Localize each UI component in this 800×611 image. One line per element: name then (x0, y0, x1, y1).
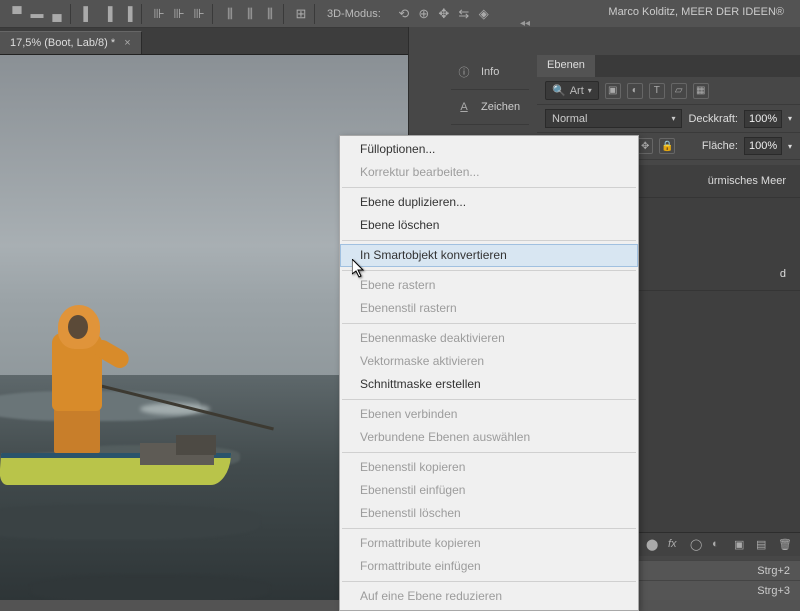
scale-icon[interactable]: ◈ (475, 5, 493, 23)
chevron-down-icon: ▾ (671, 114, 675, 123)
align-bottom-icon[interactable]: ▄ (48, 5, 66, 23)
ctx-copy-shapeattr: Formattribute kopieren (340, 532, 638, 555)
slide-icon[interactable]: ⇆ (455, 5, 473, 23)
blend-mode-value: Normal (552, 113, 587, 125)
ctx-rasterize-layer: Ebene rastern (340, 274, 638, 297)
align-vcenter-icon[interactable]: ▬ (28, 5, 46, 23)
folder-icon[interactable]: ▣ (734, 538, 748, 552)
auto-align-group: ⊞ (288, 4, 315, 24)
opacity-input[interactable]: 100% (744, 110, 782, 128)
ctx-link-layers: Ebenen verbinden (340, 403, 638, 426)
distribute-icon-3[interactable]: ⊪ (190, 5, 208, 23)
distribute-h-icon-2[interactable]: ⫼ (241, 5, 259, 23)
ctx-edit-adjustment: Korrektur bearbeiten... (340, 161, 638, 184)
align-group: ▀ ▬ ▄ (4, 4, 71, 24)
filter-type-icon[interactable]: T (649, 83, 665, 99)
fx-icon[interactable]: fx (668, 538, 682, 552)
ctx-enable-vectormask: Vektormaske aktivieren (340, 350, 638, 373)
mode3d-label: 3D-Modus: (327, 8, 381, 20)
ctx-rasterize-style: Ebenenstil rastern (340, 297, 638, 320)
mask-icon[interactable]: ◯ (690, 538, 704, 552)
ctx-delete-layer[interactable]: Ebene löschen (340, 214, 638, 237)
roll-icon[interactable]: ⊕ (415, 5, 433, 23)
info-icon: ⓘ (455, 63, 473, 81)
chevron-down-icon[interactable]: ▾ (788, 114, 792, 123)
opacity-label: Deckkraft: (688, 113, 738, 125)
ctx-create-clipmask[interactable]: Schnittmaske erstellen (340, 373, 638, 396)
chevron-down-icon[interactable]: ▾ (788, 142, 792, 151)
mode3d-group: ⟲ ⊕ ✥ ⇆ ◈ (391, 4, 497, 24)
info-label: Info (481, 66, 499, 78)
filter-image-icon[interactable]: ▣ (605, 83, 621, 99)
ctx-select-linked: Verbundene Ebenen auswählen (340, 426, 638, 449)
blend-row: Normal ▾ Deckkraft: 100% ▾ (537, 105, 800, 133)
filter-label: Art (570, 85, 584, 97)
doc-tab-label: 17,5% (Boot, Lab/8) * (10, 37, 115, 49)
doc-tab-close-icon[interactable]: × (124, 37, 130, 49)
layer-filter-row: 🔍 Art ▾ ▣ ◐ T ▱ ▦ (537, 77, 800, 105)
trash-icon[interactable]: 🗑 (778, 538, 792, 552)
adjustment-icon[interactable]: ◐ (712, 538, 726, 552)
lock-all-icon[interactable]: 🔒 (659, 138, 675, 154)
ctx-clear-style: Ebenenstil löschen (340, 502, 638, 525)
blend-mode-dropdown[interactable]: Normal ▾ (545, 109, 682, 128)
filter-adjust-icon[interactable]: ◐ (627, 83, 643, 99)
character-icon: A (455, 98, 473, 116)
align-right-icon[interactable]: ▐ (119, 5, 137, 23)
new-layer-icon[interactable]: ▤ (756, 538, 770, 552)
distribute-group: ⊪ ⊪ ⊪ (146, 4, 213, 24)
link-icon[interactable]: ⬤ (646, 538, 660, 552)
align-left-icon[interactable]: ▌ (79, 5, 97, 23)
orbit-icon[interactable]: ⟲ (395, 5, 413, 23)
ctx-convert-smart-object[interactable]: In Smartobjekt konvertieren (340, 244, 638, 267)
ctx-merge-down: Auf eine Ebene reduzieren (340, 585, 638, 608)
distribute-group-2: ⫼ ⫼ ⫼ (217, 4, 284, 24)
ctx-duplicate-layer[interactable]: Ebene duplizieren... (340, 191, 638, 214)
fill-label: Fläche: (702, 140, 738, 152)
distribute-icon-2[interactable]: ⊪ (170, 5, 188, 23)
options-bar: ▀ ▬ ▄ ▌ ▐ ▐ ⊪ ⊪ ⊪ ⫼ ⫼ ⫼ ⊞ 3D-Modus: ⟲ ⊕ … (0, 0, 800, 28)
lock-move-icon[interactable]: ✥ (637, 138, 653, 154)
filter-smart-icon[interactable]: ▦ (693, 83, 709, 99)
ctx-copy-style: Ebenenstil kopieren (340, 456, 638, 479)
filter-shape-icon[interactable]: ▱ (671, 83, 687, 99)
align-top-icon[interactable]: ▀ (8, 5, 26, 23)
user-tag: Marco Kolditz, MEER DER IDEEN® (608, 6, 784, 18)
cursor-icon (352, 259, 368, 282)
pan-icon[interactable]: ✥ (435, 5, 453, 23)
layer-context-menu: Fülloptionen... Korrektur bearbeiten... … (339, 135, 639, 611)
distribute-icon[interactable]: ⊪ (150, 5, 168, 23)
ctx-fill-options[interactable]: Fülloptionen... (340, 138, 638, 161)
ctx-paste-style: Ebenenstil einfügen (340, 479, 638, 502)
layers-tab[interactable]: Ebenen (537, 55, 595, 77)
character-panel-item[interactable]: A Zeichen (451, 90, 529, 125)
search-icon: 🔍 (552, 84, 566, 97)
fill-input[interactable]: 100% (744, 137, 782, 155)
chevron-down-icon: ▾ (588, 86, 592, 95)
distribute-h-icon[interactable]: ⫼ (221, 5, 239, 23)
info-panel-item[interactable]: ⓘ Info (451, 55, 529, 90)
doc-tab[interactable]: 17,5% (Boot, Lab/8) * × (0, 31, 142, 54)
align-group-2: ▌ ▐ ▐ (75, 4, 142, 24)
align-hcenter-icon[interactable]: ▐ (99, 5, 117, 23)
ctx-paste-shapeattr: Formattribute einfügen (340, 555, 638, 578)
ctx-disable-layermask: Ebenenmaske deaktivieren (340, 327, 638, 350)
layer-filter-dropdown[interactable]: 🔍 Art ▾ (545, 81, 599, 100)
distribute-h-icon-3[interactable]: ⫼ (261, 5, 279, 23)
auto-align-icon[interactable]: ⊞ (292, 5, 310, 23)
character-label: Zeichen (481, 101, 520, 113)
